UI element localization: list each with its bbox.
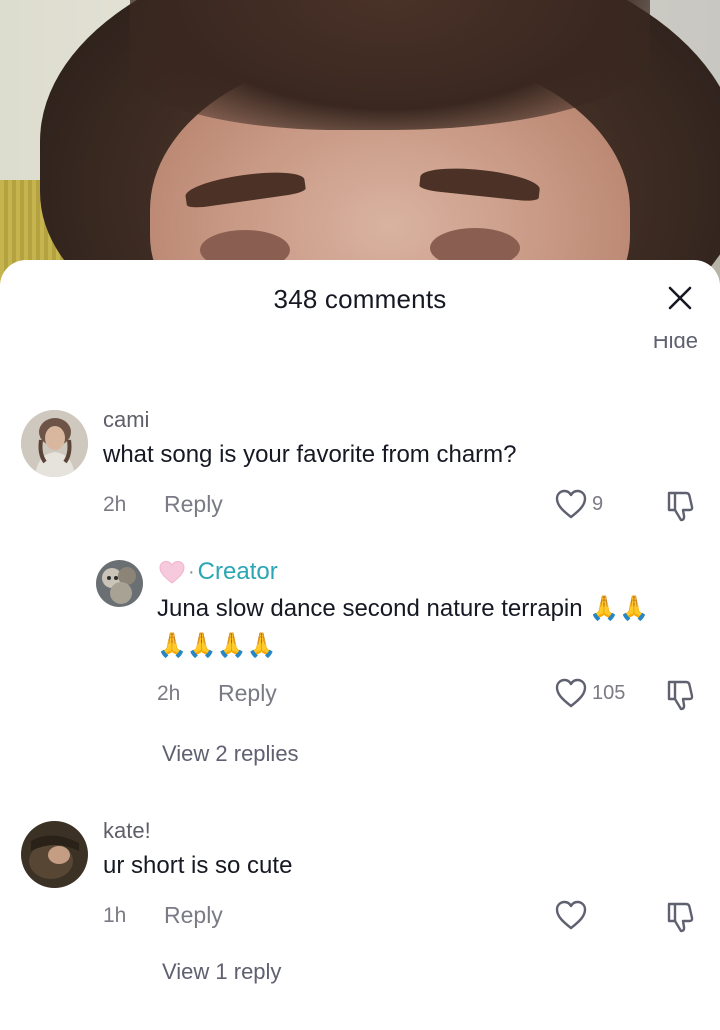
avatar[interactable]: [21, 821, 88, 888]
view-replies-button[interactable]: View 2 replies: [162, 741, 299, 767]
thumbs-down-icon: [667, 680, 694, 711]
hide-label: Hide: [652, 336, 698, 353]
close-icon: [668, 286, 692, 310]
reply-button[interactable]: Reply: [164, 491, 223, 518]
view-replies-button[interactable]: View 1 reply: [162, 959, 281, 985]
avatar-image: [96, 560, 143, 607]
comments-count-title: 348 comments: [273, 284, 447, 314]
dislike-button[interactable]: [664, 900, 696, 939]
avatar[interactable]: [21, 410, 88, 477]
like-count: 105: [592, 681, 626, 704]
pink-heart-icon: [159, 560, 185, 584]
video-background: [0, 0, 720, 290]
close-button[interactable]: [666, 284, 694, 312]
heart-icon: [555, 489, 587, 519]
comment-username[interactable]: cami: [103, 407, 149, 433]
creator-avatar[interactable]: [96, 560, 143, 607]
avatar-image: [21, 410, 88, 477]
dislike-button[interactable]: [664, 489, 696, 528]
like-count: 9: [592, 492, 604, 515]
thumbs-down-icon: [667, 491, 694, 522]
comment-text: what song is your favorite from charm?: [103, 441, 517, 468]
sheet-header: 348 comments: [0, 260, 720, 340]
like-button[interactable]: 9: [554, 488, 603, 520]
hide-button[interactable]: Hide: [653, 336, 698, 354]
like-button[interactable]: [554, 899, 588, 931]
like-button[interactable]: 105: [554, 677, 625, 709]
creator-badge: · Creator: [158, 558, 278, 586]
thumbs-down-icon: [667, 902, 694, 933]
reply-timestamp: 2h: [157, 682, 181, 705]
comment-text: ur short is so cute: [103, 852, 293, 879]
creator-label: Creator: [197, 558, 278, 585]
comment-timestamp: 2h: [103, 493, 127, 516]
heart-icon: [555, 900, 587, 930]
reply-text-line: 🙏🙏🙏🙏: [157, 632, 277, 659]
reply-text-line: Juna slow dance second nature terrapin 🙏…: [157, 595, 650, 622]
dislike-button[interactable]: [664, 678, 696, 717]
heart-icon: [555, 678, 587, 708]
comments-sheet: 348 comments Hide cami what song is your…: [0, 260, 720, 1030]
reply-button[interactable]: Reply: [218, 680, 277, 707]
comment-username[interactable]: kate!: [103, 818, 151, 844]
reply-button[interactable]: Reply: [164, 902, 223, 929]
avatar-image: [21, 821, 88, 888]
separator-dot: ·: [188, 560, 195, 583]
comment-timestamp: 1h: [103, 904, 127, 927]
